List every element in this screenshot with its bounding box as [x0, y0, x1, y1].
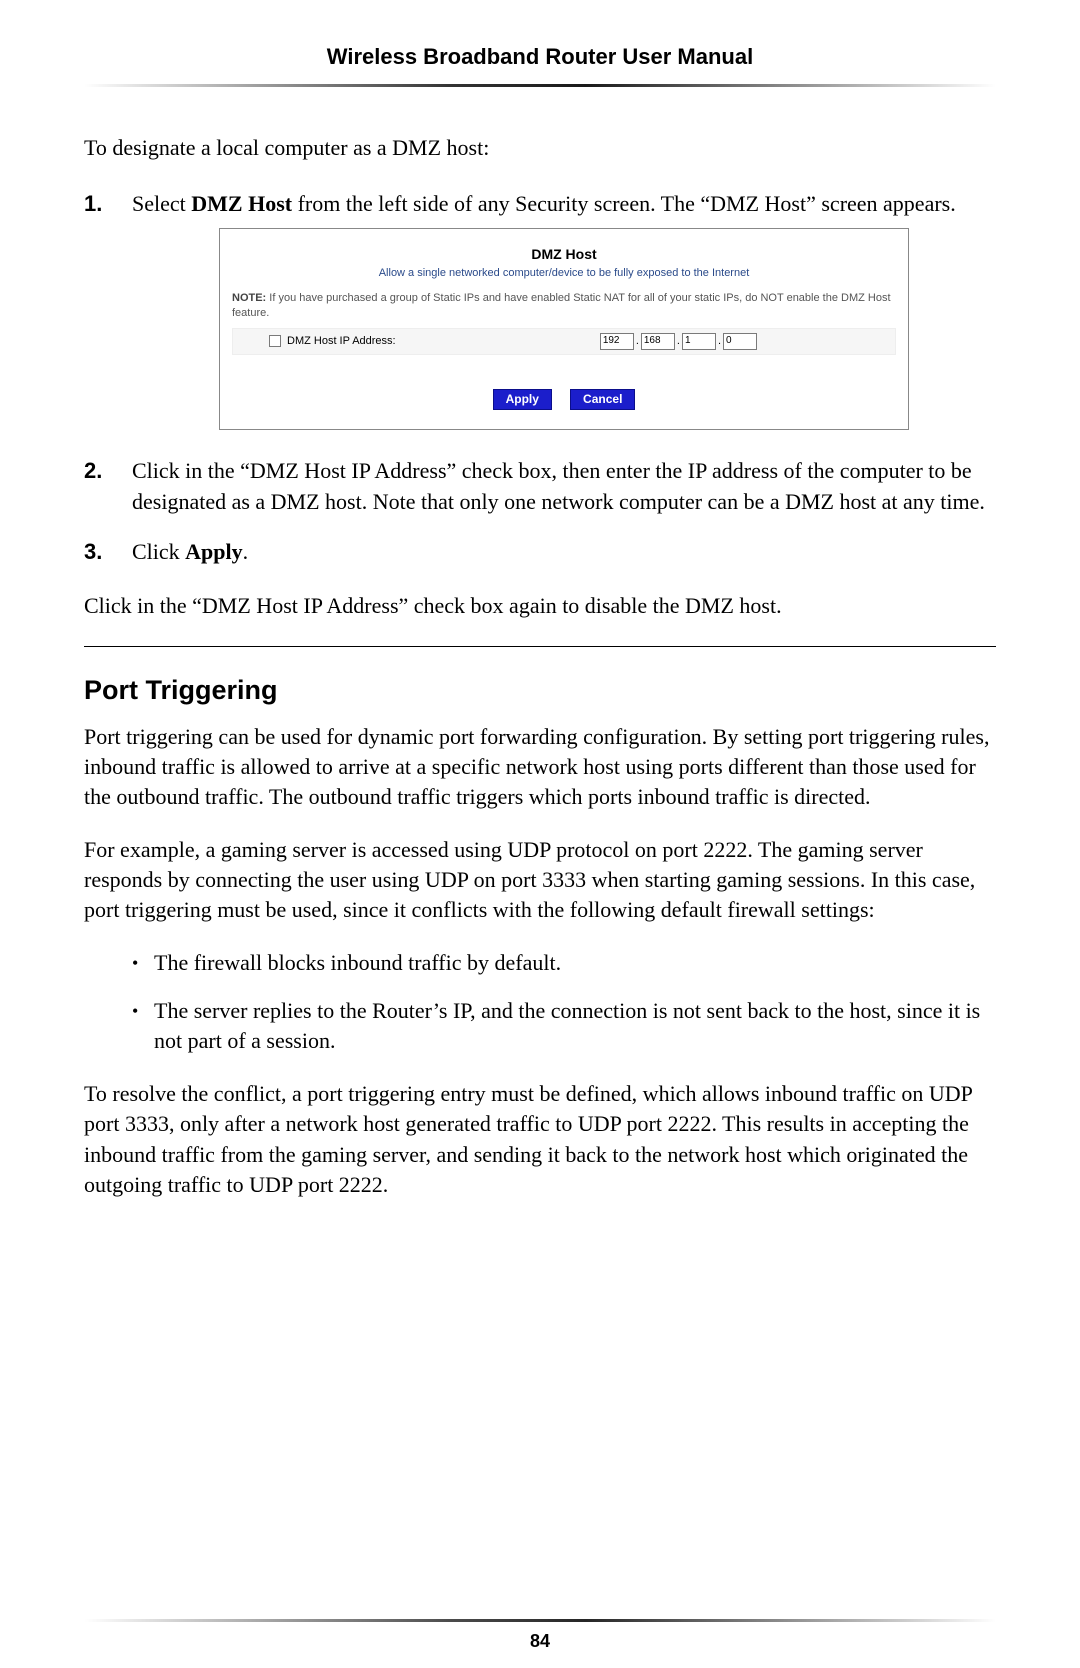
disable-instruction: Click in the “DMZ Host IP Address” check…: [84, 591, 996, 621]
intro-text: To designate a local computer as a DMZ h…: [84, 133, 996, 163]
step-1: 1. Select DMZ Host from the left side of…: [84, 189, 996, 430]
page-header-title: Wireless Broadband Router User Manual: [84, 44, 996, 70]
dmz-host-screenshot: DMZ Host Allow a single networked comput…: [219, 228, 909, 430]
step-1-text-c: from the left side of any Security scree…: [292, 191, 956, 216]
list-item: The server replies to the Router’s IP, a…: [84, 996, 996, 1057]
step-3-text-a: Click: [132, 539, 185, 564]
firewall-bullets: The firewall blocks inbound traffic by d…: [84, 948, 996, 1057]
port-triggering-p3: To resolve the conflict, a port triggeri…: [84, 1079, 996, 1200]
step-2-text: Click in the “DMZ Host IP Address” check…: [132, 458, 985, 513]
screenshot-buttons: Apply Cancel: [232, 381, 896, 411]
section-heading: Port Triggering: [84, 675, 996, 706]
step-number: 2.: [84, 456, 102, 486]
step-3-bold: Apply: [185, 539, 242, 564]
ip-octet-1[interactable]: 192: [600, 333, 634, 350]
ip-octet-2[interactable]: 168: [641, 333, 675, 350]
note-prefix: NOTE:: [232, 292, 266, 304]
port-triggering-p2: For example, a gaming server is accessed…: [84, 835, 996, 926]
step-1-text: Select DMZ Host from the left side of an…: [132, 191, 956, 216]
screenshot-note: NOTE: If you have purchased a group of S…: [232, 291, 896, 320]
footer-divider: [84, 1619, 996, 1622]
section-divider: [84, 646, 996, 647]
ip-address-label: DMZ Host IP Address:: [287, 334, 396, 349]
screenshot-title: DMZ Host: [232, 245, 896, 264]
screenshot-subtitle: Allow a single networked computer/device…: [232, 266, 896, 281]
step-1-text-a: Select: [132, 191, 191, 216]
step-2: 2. Click in the “DMZ Host IP Address” ch…: [84, 456, 996, 517]
step-3: 3. Click Apply.: [84, 537, 996, 567]
port-triggering-p1: Port triggering can be used for dynamic …: [84, 722, 996, 813]
step-number: 3.: [84, 537, 102, 567]
note-body: If you have purchased a group of Static …: [232, 292, 891, 318]
ip-address-fields: 192. 168. 1. 0: [600, 333, 757, 350]
dmz-enable-checkbox[interactable]: [269, 335, 281, 347]
instruction-list: 1. Select DMZ Host from the left side of…: [84, 189, 996, 567]
cancel-button[interactable]: Cancel: [570, 389, 635, 411]
header-divider: [84, 84, 996, 87]
ip-octet-4[interactable]: 0: [723, 333, 757, 350]
apply-button[interactable]: Apply: [493, 389, 552, 411]
step-3-text-c: .: [243, 539, 249, 564]
manual-page: Wireless Broadband Router User Manual To…: [0, 0, 1080, 1668]
list-item: The firewall blocks inbound traffic by d…: [84, 948, 996, 978]
page-number: 84: [0, 1631, 1080, 1652]
ip-octet-3[interactable]: 1: [682, 333, 716, 350]
step-number: 1.: [84, 189, 102, 219]
step-1-bold: DMZ Host: [191, 191, 292, 216]
step-3-text: Click Apply.: [132, 539, 248, 564]
ip-address-row: DMZ Host IP Address: 192. 168. 1. 0: [232, 328, 896, 355]
